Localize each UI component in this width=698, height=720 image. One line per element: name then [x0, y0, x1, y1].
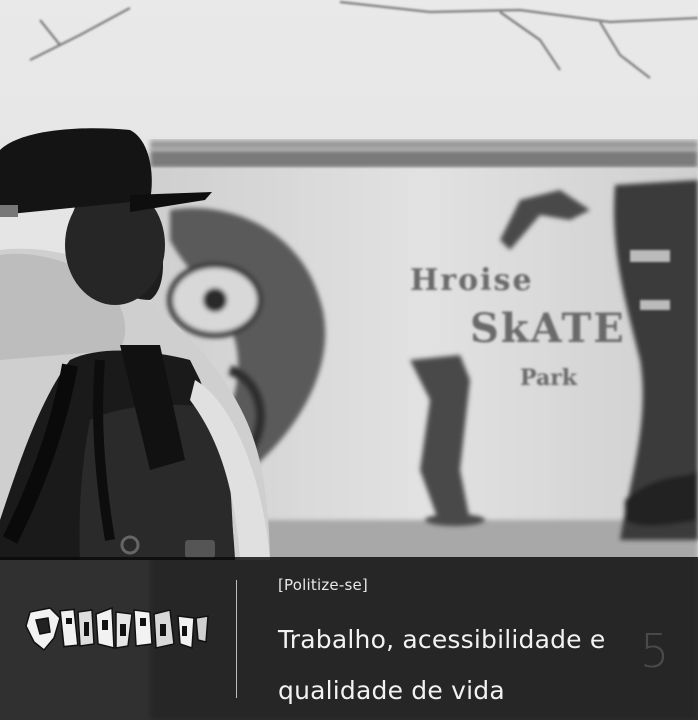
post-category-link[interactable]: [Politize-se]: [278, 576, 368, 594]
quebrada-tv-logo[interactable]: [24, 604, 210, 656]
post-title-link[interactable]: Trabalho, acessibilidade e qualidade de …: [278, 614, 638, 716]
slide-number: 5: [640, 624, 670, 678]
caption-divider: [236, 580, 237, 698]
svg-text:Hroise: Hroise: [410, 263, 534, 298]
svg-text:SkATE: SkATE: [470, 305, 626, 352]
logo-graphic-icon: [25, 606, 209, 652]
svg-text:Park: Park: [520, 365, 578, 391]
